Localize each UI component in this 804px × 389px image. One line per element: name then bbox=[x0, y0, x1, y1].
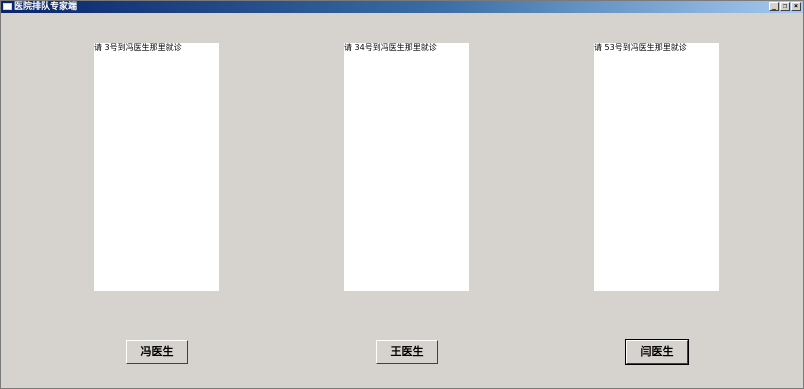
minimize-button[interactable]: _ bbox=[769, 2, 779, 11]
queue-panel-feng: 请 3号到冯医生那里就诊 bbox=[94, 43, 219, 291]
doctor-feng-button[interactable]: 冯医生 bbox=[126, 340, 188, 364]
queue-message: 请 53号到冯医生那里就诊 bbox=[594, 43, 687, 52]
queue-message: 请 34号到冯医生那里就诊 bbox=[344, 43, 437, 52]
doctor-wang-button[interactable]: 王医生 bbox=[376, 340, 438, 364]
queue-panel-wang: 请 34号到冯医生那里就诊 bbox=[344, 43, 469, 291]
queue-panel-yan: 请 53号到冯医生那里就诊 bbox=[594, 43, 719, 291]
window-title: 医院排队专家端 bbox=[14, 2, 78, 12]
doctor-yan-button[interactable]: 闫医生 bbox=[625, 339, 689, 365]
restore-button[interactable]: ❐ bbox=[780, 2, 790, 11]
window-icon bbox=[3, 3, 12, 10]
app-window: 医院排队专家端 _ ❐ × 请 3号到冯医生那里就诊 请 34号到冯医生那里就诊… bbox=[0, 0, 804, 389]
close-button[interactable]: × bbox=[791, 2, 801, 11]
title-bar[interactable]: 医院排队专家端 _ ❐ × bbox=[1, 1, 803, 13]
queue-message: 请 3号到冯医生那里就诊 bbox=[94, 43, 182, 52]
